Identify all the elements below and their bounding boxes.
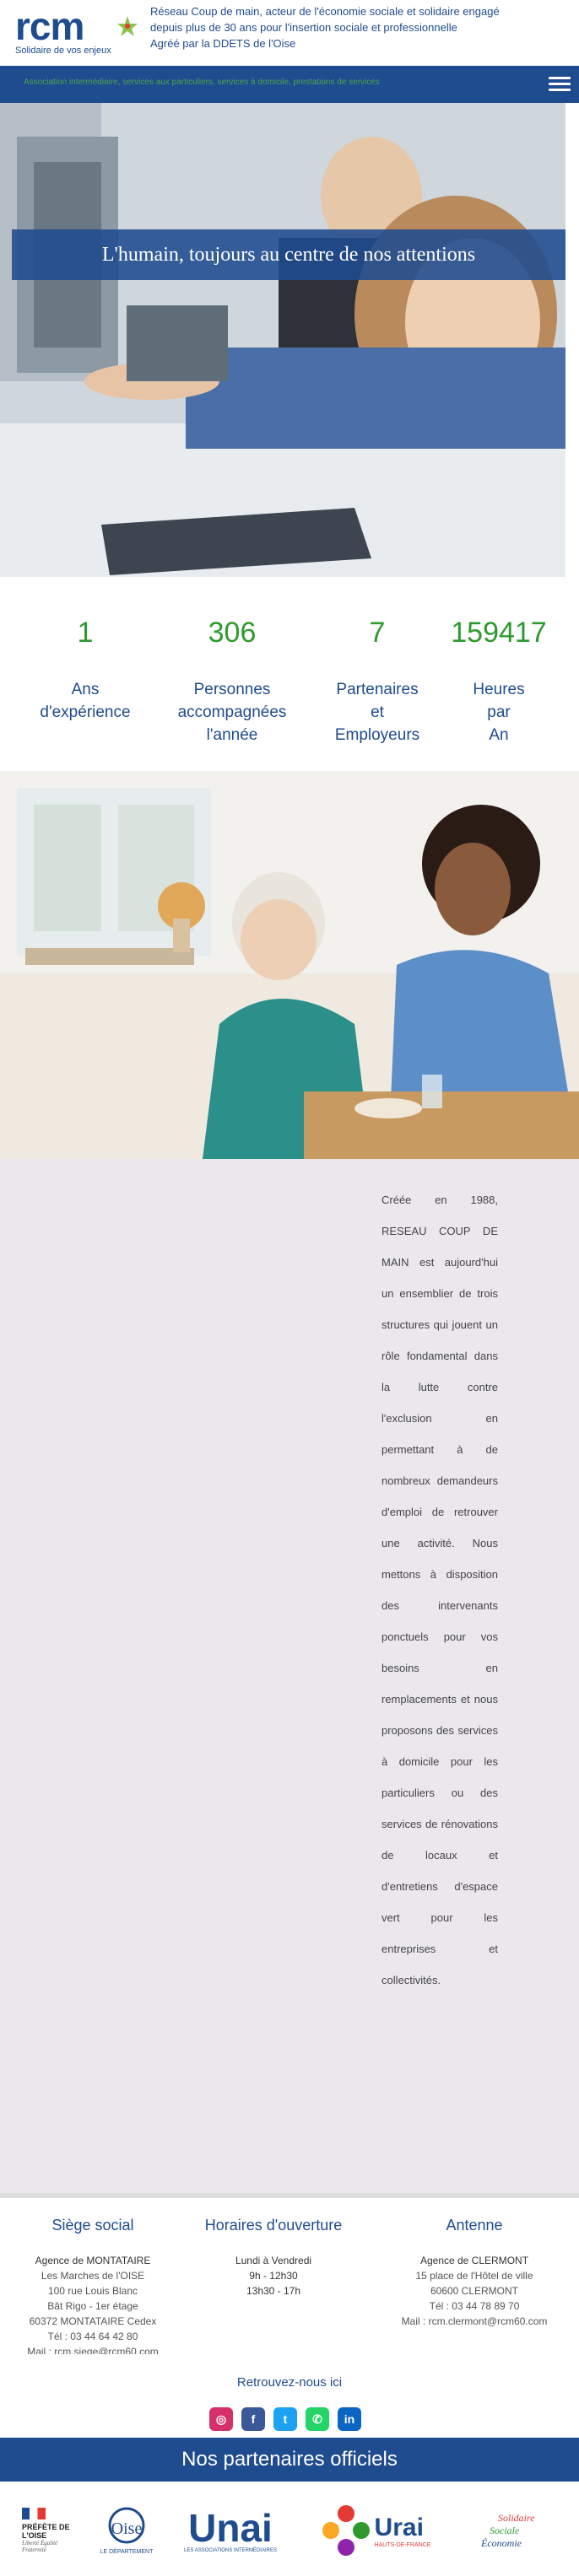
stat-label-line: d'expérience xyxy=(40,703,131,721)
instagram-icon[interactable]: ◎ xyxy=(209,2407,233,2431)
stat-item: 7 Partenaires et Employeurs xyxy=(314,590,441,746)
footer-horaires: Horaires d'ouverture Lundi à Vendredi 9h… xyxy=(181,2217,366,2298)
unai-wordmark: Unai xyxy=(188,2506,273,2550)
prefete-oise-logo[interactable]: PRÉFÈTE DE L'OISE Liberté Égalité Frater… xyxy=(22,2495,81,2566)
stat-label-line: par xyxy=(487,703,511,721)
prefete-label: PRÉFÈTE DE L'OISE xyxy=(22,2523,70,2540)
header-line: Réseau Coup de main, acteur de l'économi… xyxy=(150,5,500,18)
footer-horaires-title: Horaires d'ouverture xyxy=(204,2217,343,2234)
nav-strip-text[interactable]: Association intermédiaire, services aux … xyxy=(24,78,420,89)
ess-line: Économie xyxy=(481,2536,522,2549)
stat-label-line: Partenaires xyxy=(336,681,419,698)
hero-tagline: L'humain, toujours au centre de nos atte… xyxy=(101,243,476,266)
footer-line: Agence de CLERMONT xyxy=(419,2255,529,2266)
footer-line: Agence de MONTATAIRE xyxy=(35,2255,151,2266)
footer-line: Les Marches de l'OISE xyxy=(41,2270,145,2282)
logo-star-icon xyxy=(117,16,138,36)
about-text: Créée en 1988, RESEAU COUP DE MAIN est a… xyxy=(381,1194,498,1986)
stat-label-line: Employeurs xyxy=(334,726,420,744)
site-footer: Siège social Agence de MONTATAIRE Les Ma… xyxy=(0,2193,579,2438)
facebook-icon[interactable]: f xyxy=(241,2407,265,2431)
ess-line: Solidaire xyxy=(498,2511,535,2524)
urai-wordmark: Urai xyxy=(374,2513,424,2541)
stat-item: 159417 Heures par An xyxy=(436,590,562,746)
twitter-icon[interactable]: t xyxy=(273,2407,297,2431)
partners-title: Nos partenaires officiels xyxy=(181,2448,398,2471)
footer-phone[interactable]: Tél : 03 44 78 89 70 xyxy=(381,2298,567,2314)
stat-label-line: An xyxy=(489,726,509,744)
stat-label-line: Ans xyxy=(71,681,100,698)
urai-sub: HAUTS-DE-FRANCE xyxy=(374,2541,431,2548)
footer-line: 100 rue Louis Blanc xyxy=(47,2285,138,2297)
footer-mail[interactable]: Mail : rcm.clermont@rcm60.com xyxy=(381,2314,567,2329)
care-photo-illustration xyxy=(0,771,579,1159)
oise-sub: LE DÉPARTEMENT xyxy=(100,2548,154,2555)
linkedin-icon[interactable]: in xyxy=(338,2407,361,2431)
header-line: Agréé par la DDETS de l'Oise xyxy=(150,37,296,50)
stat-value: 1 xyxy=(77,617,94,649)
flag-icon xyxy=(22,2508,46,2519)
header-line: depuis plus de 30 ans pour l'insertion s… xyxy=(150,21,457,34)
partners-title-bar: Nos partenaires officiels xyxy=(0,2438,579,2482)
social-title: Retrouvez-nous ici xyxy=(236,2375,343,2390)
footer-antenne: Antenne Agence de CLERMONT 15 place de l… xyxy=(381,2217,567,2329)
partners-logos: PRÉFÈTE DE L'OISE Liberté Égalité Frater… xyxy=(0,2482,579,2576)
ess-logo[interactable]: Solidaire Sociale Économie xyxy=(473,2495,565,2566)
ess-line: Sociale xyxy=(490,2524,520,2536)
footer-line: Bât Rigo - 1er étage xyxy=(47,2300,138,2312)
footer-line: 60600 CLERMONT xyxy=(430,2285,519,2297)
prefete-motto: Liberté Égalité Fraternité xyxy=(22,2540,58,2553)
footer-antenne-title: Antenne xyxy=(446,2217,503,2234)
stat-item: 1 Ans d'expérience xyxy=(22,590,149,724)
hamburger-icon[interactable] xyxy=(549,73,571,95)
rcm-logo[interactable]: rcm Solidaire de vos enjeux xyxy=(15,4,142,59)
oise-emblem-icon: Oise xyxy=(108,2507,145,2543)
logo-tagline: Solidaire de vos enjeux xyxy=(15,46,111,56)
stat-value: 306 xyxy=(208,617,257,649)
footer-siege: Siège social Agence de MONTATAIRE Les Ma… xyxy=(0,2217,186,2354)
footer-line: 15 place de l'Hôtel de ville xyxy=(415,2270,533,2282)
logo-wordmark: rcm xyxy=(15,4,84,48)
site-header: rcm Solidaire de vos enjeux Réseau Coup … xyxy=(0,0,579,64)
footer-mail[interactable]: Mail : rcm.siege@rcm60.com xyxy=(0,2344,186,2354)
hero-tagline-banner: L'humain, toujours au centre de nos atte… xyxy=(12,229,565,280)
oise-wordmark: Oise xyxy=(111,2519,143,2538)
social-links: ◎ f t ✆ in xyxy=(209,2407,361,2433)
footer-line: 60372 MONTATAIRE Cedex xyxy=(29,2315,157,2327)
stat-label-line: l'année xyxy=(206,726,258,744)
urai-logo[interactable]: Urai HAUTS-DE-FRANCE xyxy=(304,2495,447,2566)
stat-value: 7 xyxy=(369,617,386,649)
stats-section: 1 Ans d'expérience 306 Personnes accompa… xyxy=(0,590,579,768)
whatsapp-icon[interactable]: ✆ xyxy=(306,2407,329,2431)
about-section: Créée en 1988, RESEAU COUP DE MAIN est a… xyxy=(0,1159,579,2193)
footer-siege-title: Siège social xyxy=(51,2217,134,2234)
header-intro: Réseau Coup de main, acteur de l'économi… xyxy=(150,3,579,51)
footer-phone[interactable]: Tél : 03 44 64 42 80 xyxy=(0,2329,186,2344)
footer-line: 13h30 - 17h xyxy=(246,2285,301,2297)
hero-image: L'humain, toujours au centre de nos atte… xyxy=(0,103,565,577)
stat-value: 159417 xyxy=(451,617,547,649)
stat-label-line: Personnes xyxy=(193,681,271,698)
footer-line: 9h - 12h30 xyxy=(249,2270,298,2282)
stat-label-line: accompagnées xyxy=(177,703,287,721)
stat-item: 306 Personnes accompagnées l'année xyxy=(169,590,295,746)
unai-sub: LES ASSOCIATIONS INTERMÉDIAIRES xyxy=(184,2548,277,2553)
stat-label-line: et xyxy=(371,703,384,721)
oise-departement-logo[interactable]: Oise LE DÉPARTEMENT xyxy=(93,2495,160,2566)
stat-label-line: Heures xyxy=(473,681,525,698)
unai-logo[interactable]: Unai LES ASSOCIATIONS INTERMÉDIAIRES xyxy=(176,2495,285,2566)
main-navbar: Association intermédiaire, services aux … xyxy=(0,66,579,103)
urai-emblem-icon xyxy=(322,2505,370,2556)
care-photo xyxy=(0,771,579,1159)
hero-photo-technician xyxy=(0,103,565,577)
footer-line: Lundi à Vendredi xyxy=(235,2255,312,2266)
